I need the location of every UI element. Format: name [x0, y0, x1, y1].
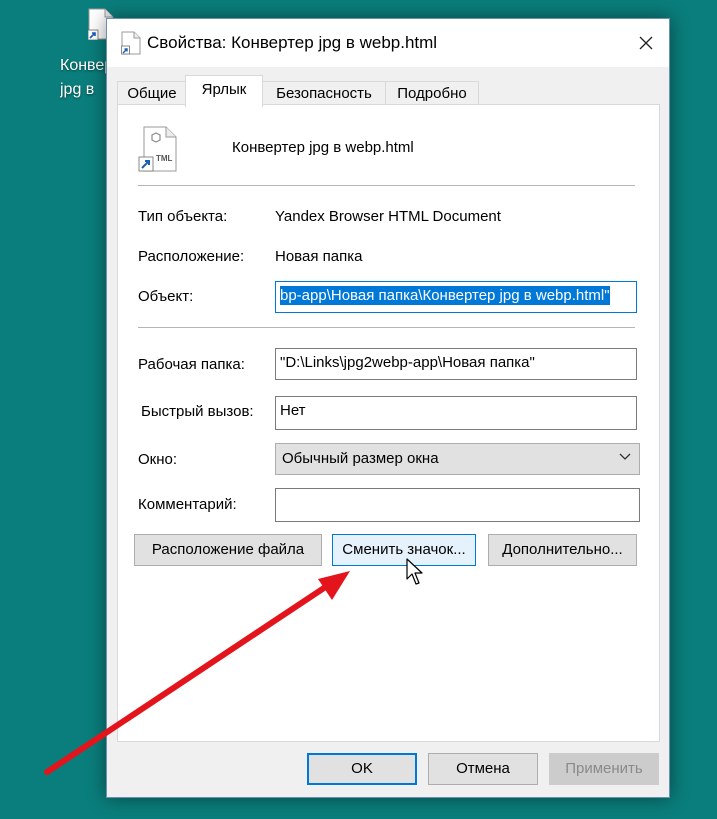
tab-shortcut[interactable]: Ярлык	[185, 75, 263, 107]
location-value: Новая папка	[275, 248, 363, 265]
workdir-label: Рабочая папка:	[138, 356, 245, 373]
shortcut-file-icon	[121, 31, 141, 55]
advanced-button[interactable]: Дополнительно...	[488, 534, 637, 566]
hotkey-input[interactable]: Нет	[275, 396, 637, 430]
close-icon	[639, 36, 653, 50]
cancel-button[interactable]: Отмена	[428, 753, 538, 785]
shortcut-panel: TML Конвертер jpg в webp.html Тип объект…	[117, 104, 660, 742]
close-button[interactable]	[623, 19, 669, 67]
object-type-value: Yandex Browser HTML Document	[275, 208, 501, 225]
html-file-large-icon: TML	[138, 126, 177, 172]
divider	[138, 327, 635, 328]
target-input[interactable]: bp-app\Новая папка\Конвертер jpg в webp.…	[275, 281, 637, 313]
title-bar[interactable]: Свойства: Конвертер jpg в webp.html	[107, 19, 669, 67]
location-label: Расположение:	[138, 248, 245, 265]
chevron-down-icon	[619, 453, 631, 460]
workdir-input[interactable]: "D:\Links\jpg2webp-app\Новая папка"	[275, 348, 637, 380]
object-type-label: Тип объекта:	[138, 208, 228, 225]
apply-button[interactable]: Применить	[549, 753, 659, 785]
divider	[138, 185, 635, 186]
change-icon-button[interactable]: Сменить значок...	[332, 534, 476, 566]
file-name: Конвертер jpg в webp.html	[232, 139, 414, 156]
properties-dialog: Свойства: Конвертер jpg в webp.html Общи…	[106, 18, 670, 798]
hotkey-input-text: Нет	[280, 402, 306, 419]
open-file-location-button[interactable]: Расположение файла	[134, 534, 322, 566]
window-label: Окно:	[138, 451, 178, 468]
tab-general[interactable]: Общие	[117, 81, 187, 106]
ok-button[interactable]: OK	[307, 753, 417, 785]
comment-label: Комментарий:	[138, 496, 237, 513]
target-input-text: bp-app\Новая папка\Конвертер jpg в webp.…	[280, 286, 610, 305]
workdir-input-text: "D:\Links\jpg2webp-app\Новая папка"	[280, 354, 535, 371]
mouse-cursor-icon	[406, 558, 423, 585]
hotkey-label: Быстрый вызов:	[141, 403, 254, 420]
file-type-text: TML	[156, 154, 173, 163]
target-label: Объект:	[138, 288, 194, 305]
tab-security[interactable]: Безопасность	[261, 81, 387, 106]
tab-details[interactable]: Подробно	[385, 81, 479, 106]
window-select-value: Обычный размер окна	[282, 450, 439, 467]
window-select[interactable]: Обычный размер окна	[275, 443, 640, 475]
comment-input[interactable]	[275, 488, 640, 522]
dialog-title: Свойства: Конвертер jpg в webp.html	[147, 33, 438, 52]
